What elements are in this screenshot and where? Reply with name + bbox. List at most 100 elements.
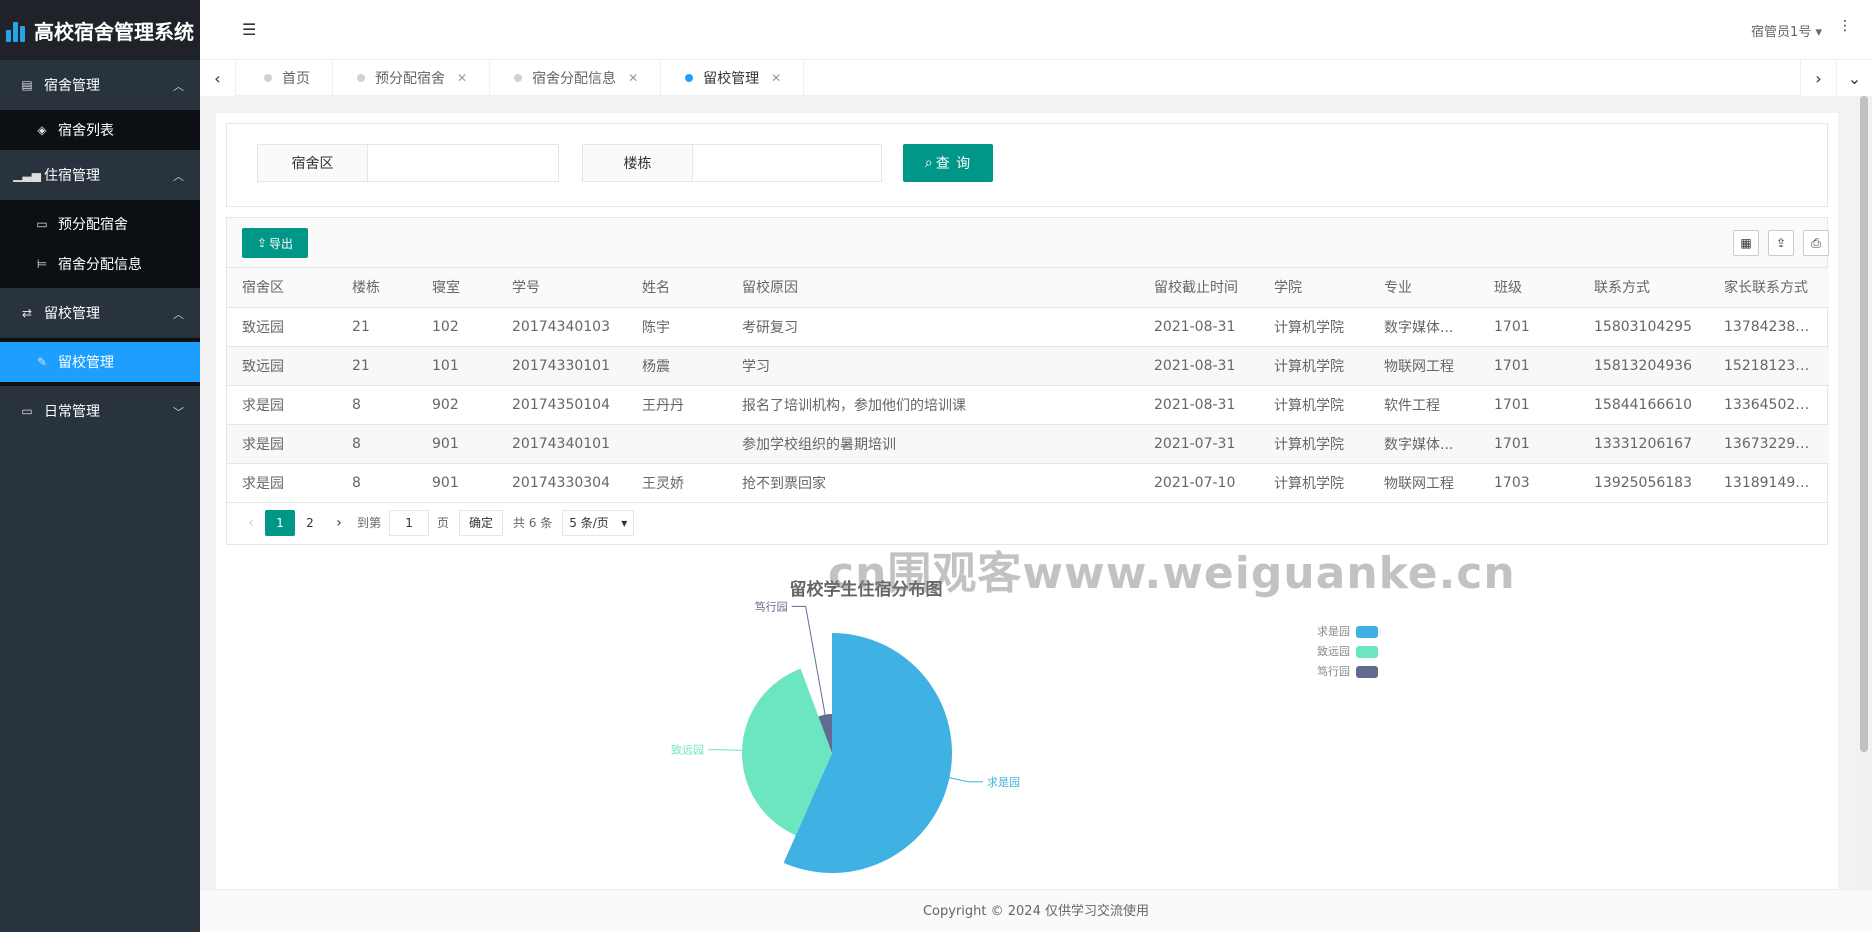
legend-swatch[interactable] <box>1356 666 1378 678</box>
dorm-area-input[interactable] <box>368 145 558 181</box>
query-button[interactable]: ⌕ 查 询 <box>903 144 993 182</box>
close-icon[interactable]: ✕ <box>628 71 638 85</box>
table-cell: 1701 <box>1479 385 1579 425</box>
search-panel: 宿舍区 楼栋 ⌕ 查 询 <box>226 123 1828 207</box>
menu-toggle-icon[interactable]: ☰ <box>242 20 256 39</box>
nav-group-stay[interactable]: ⇄ 留校管理 ︿ <box>0 288 200 338</box>
table-row[interactable]: 求是园 8 901 20174340101 参加学校组织的暑期培训 2021-07-31 计… <box>227 424 1829 464</box>
table-cell: 15803104295 <box>1579 307 1709 347</box>
column-header[interactable]: 班级 <box>1479 268 1579 308</box>
tab-stay-manage[interactable]: 留校管理 ✕ <box>661 60 805 96</box>
column-header[interactable]: 寝室 <box>417 268 497 308</box>
table-row[interactable]: 求是园 8 902 20174350104 王丹丹 报名了培训机构，参加他们的培训课 202… <box>227 385 1829 425</box>
sidebar-item-pre-assign[interactable]: ▭ 预分配宿舍 <box>0 204 200 244</box>
table-cell: 2021-08-31 <box>1139 307 1259 347</box>
legend-swatch[interactable] <box>1356 646 1378 658</box>
total-count: 共 6 条 <box>513 516 553 530</box>
stay-table: 宿舍区 楼栋 寝室 学号 姓名 留校原因 留校截止时间 学院 专业 班级 联系方… <box>227 268 1829 503</box>
legend-label[interactable]: 致远园 <box>1317 644 1350 658</box>
table-cell: 1703 <box>1479 463 1579 503</box>
table-cell: 20174330304 <box>497 463 627 503</box>
table-cell: 20174350104 <box>497 385 627 425</box>
column-header[interactable]: 学院 <box>1259 268 1369 308</box>
table-cell: 计算机学院 <box>1259 424 1369 464</box>
table-cell <box>627 424 727 464</box>
table-cell: 数字媒体... <box>1369 307 1479 347</box>
top-header: ☰ 宿管员1号 ▾ ⋮ <box>200 0 1872 60</box>
footer: Copyright © 2024 仅供学习交流使用 <box>200 889 1872 932</box>
pie-label: 笃行园 <box>755 599 788 613</box>
table-cell: 8 <box>337 463 417 503</box>
sidebar-item-dorm-list[interactable]: ◈ 宿舍列表 <box>0 110 200 150</box>
dorm-area-label: 宿舍区 <box>258 145 368 181</box>
table-row[interactable]: 致远园 21 102 20174340103 陈宇 考研复习 2021-08-31 计算机学院… <box>227 307 1829 347</box>
export-button[interactable]: ⇪ 导出 <box>242 228 308 258</box>
tab-assign-info[interactable]: 宿舍分配信息 ✕ <box>490 60 662 96</box>
column-header[interactable]: 宿舍区 <box>227 268 337 308</box>
nav-group-label: 日常管理 <box>44 404 100 420</box>
more-vertical-icon[interactable]: ⋮ <box>1838 18 1852 34</box>
export-button-label: 导出 <box>269 236 294 251</box>
table-row[interactable]: 致远园 21 101 20174330101 杨震 学习 2021-08-31 计算机学院 物联… <box>227 346 1829 386</box>
table-cell: 学习 <box>727 346 1139 386</box>
page-2[interactable]: 2 <box>295 510 325 536</box>
page-unit: 页 <box>437 516 450 530</box>
export-icon: ⇪ <box>256 236 268 250</box>
pie-leader-line <box>708 749 743 751</box>
columns-filter-icon[interactable]: ▦ <box>1733 230 1759 256</box>
table-cell: 8 <box>337 424 417 464</box>
goto-page-input[interactable]: 1 <box>389 509 430 536</box>
sidebar-item-label: 预分配宿舍 <box>58 217 128 233</box>
column-header[interactable]: 楼栋 <box>337 268 417 308</box>
column-header[interactable]: 留校原因 <box>727 268 1139 308</box>
column-header[interactable]: 学号 <box>497 268 627 308</box>
column-header[interactable]: 家长联系方式 <box>1709 268 1829 308</box>
tab-home[interactable]: 首页 <box>240 60 333 96</box>
scrollbar-thumb[interactable] <box>1860 96 1868 752</box>
laptop-icon: ▭ <box>21 404 33 418</box>
sidebar-item-assign-info[interactable]: ⊨ 宿舍分配信息 <box>0 244 200 284</box>
page-1[interactable]: 1 <box>265 509 295 536</box>
table-cell: 901 <box>417 424 497 464</box>
table-row[interactable]: 求是园 8 901 20174330304 王灵娇 抢不到票回家 2021-07-10 计算机… <box>227 463 1829 503</box>
table-cell: 13925056183 <box>1579 463 1709 503</box>
table-cell: 102 <box>417 307 497 347</box>
prev-page-icon[interactable]: ‹ <box>237 515 265 531</box>
column-header[interactable]: 联系方式 <box>1579 268 1709 308</box>
legend-swatch[interactable] <box>1356 626 1378 638</box>
column-header[interactable]: 留校截止时间 <box>1139 268 1259 308</box>
page-size-select[interactable]: 5 条/页 ▾ <box>562 509 635 536</box>
building-input[interactable] <box>693 145 881 181</box>
column-header[interactable]: 姓名 <box>627 268 727 308</box>
close-icon[interactable]: ✕ <box>771 71 781 85</box>
chevron-up-icon: ︿ <box>173 308 184 321</box>
app-logo[interactable]: 高校宿舍管理系统 <box>0 0 200 60</box>
page-scrollbar[interactable] <box>1856 96 1872 889</box>
export-tool-icon[interactable]: ⇪ <box>1768 230 1794 256</box>
tab-menu-chevron-down-icon[interactable]: ⌄ <box>1836 60 1872 96</box>
tab-pre-assign[interactable]: 预分配宿舍 ✕ <box>333 60 491 96</box>
legend-label[interactable]: 笃行园 <box>1317 664 1350 678</box>
sidebar-item-stay-manage[interactable]: ✎ 留校管理 <box>0 342 200 382</box>
tab-scroll-right-icon[interactable]: › <box>1800 60 1836 96</box>
table-cell: 2021-07-10 <box>1139 463 1259 503</box>
tab-list: 首页 预分配宿舍 ✕ 宿舍分配信息 ✕ 留校管理 ✕ <box>240 60 805 96</box>
print-icon[interactable]: ⎙ <box>1803 230 1829 256</box>
legend-label[interactable]: 求是园 <box>1317 625 1350 638</box>
column-header[interactable]: 专业 <box>1369 268 1479 308</box>
table-cell: 2021-08-31 <box>1139 346 1259 386</box>
user-menu[interactable]: 宿管员1号 ▾ <box>1751 21 1822 40</box>
search-icon: ⌕ <box>924 155 934 171</box>
table-cell: 计算机学院 <box>1259 307 1369 347</box>
nav-group-lodging[interactable]: ▁▃▅ 住宿管理 ︿ <box>0 150 200 200</box>
next-page-icon[interactable]: › <box>325 515 353 531</box>
edit-icon: ✎ <box>36 355 48 369</box>
tab-scroll-left-icon[interactable]: ‹ <box>200 60 236 96</box>
table-cell: 901 <box>417 463 497 503</box>
close-icon[interactable]: ✕ <box>457 71 467 85</box>
table-cell: 报名了培训机构，参加他们的培训课 <box>727 385 1139 425</box>
nav-group-daily[interactable]: ▭ 日常管理 ﹀ <box>0 386 200 436</box>
goto-confirm-button[interactable]: 确定 <box>459 509 504 536</box>
nav-group-dorm[interactable]: ▤ 宿舍管理 ︿ <box>0 60 200 110</box>
table-cell: 902 <box>417 385 497 425</box>
